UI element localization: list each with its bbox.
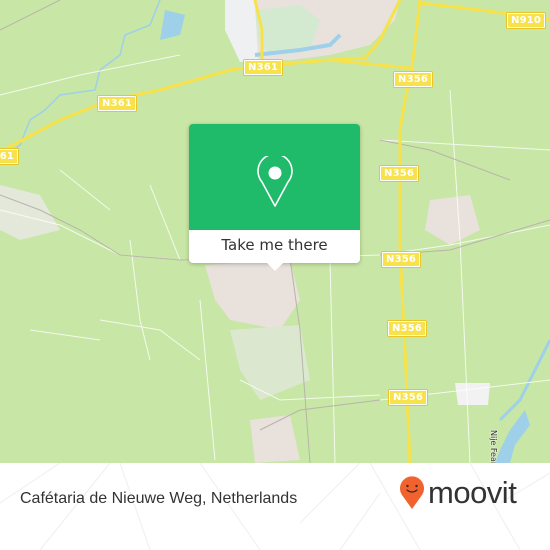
pond-north <box>160 10 185 40</box>
take-me-there-button[interactable]: Take me there <box>189 230 360 263</box>
urban-area-southeast <box>455 383 490 405</box>
road-label-n356: N356 <box>388 321 427 336</box>
moovit-pin-smile-icon <box>400 476 424 509</box>
urban-area-village <box>205 260 300 330</box>
place-name: Cafétaria de Nieuwe Weg, Netherlands <box>20 490 298 507</box>
map[interactable]: N361 N361 N361 N910 N356 N356 N356 N356 … <box>0 0 550 463</box>
road-label-n910: N910 <box>507 13 546 28</box>
moovit-logo[interactable]: moovit <box>399 473 517 513</box>
road-label-n356: N356 <box>394 72 433 87</box>
road-label-n356: N356 <box>382 252 421 267</box>
residential-area <box>230 325 310 400</box>
road-label-n361: N361 <box>244 60 283 75</box>
popup-pointer <box>267 263 283 271</box>
road-label-n356: N356 <box>380 166 419 181</box>
water-label: Nije Feart <box>489 430 498 463</box>
location-pin-icon <box>257 156 293 207</box>
road-label-n356: N356 <box>389 390 428 405</box>
moovit-wordmark: moovit <box>428 475 517 510</box>
road-label-n361: N361 <box>98 96 137 111</box>
location-popup: Take me there <box>189 124 360 271</box>
popup-header <box>189 124 360 230</box>
canal-west <box>0 0 161 161</box>
urban-area-east <box>425 195 480 245</box>
road-label-n361: N361 <box>0 149 19 164</box>
footer: Cafétaria de Nieuwe Weg, Netherlands moo… <box>0 463 550 550</box>
industrial-area <box>225 0 258 62</box>
canal-east <box>498 339 550 422</box>
